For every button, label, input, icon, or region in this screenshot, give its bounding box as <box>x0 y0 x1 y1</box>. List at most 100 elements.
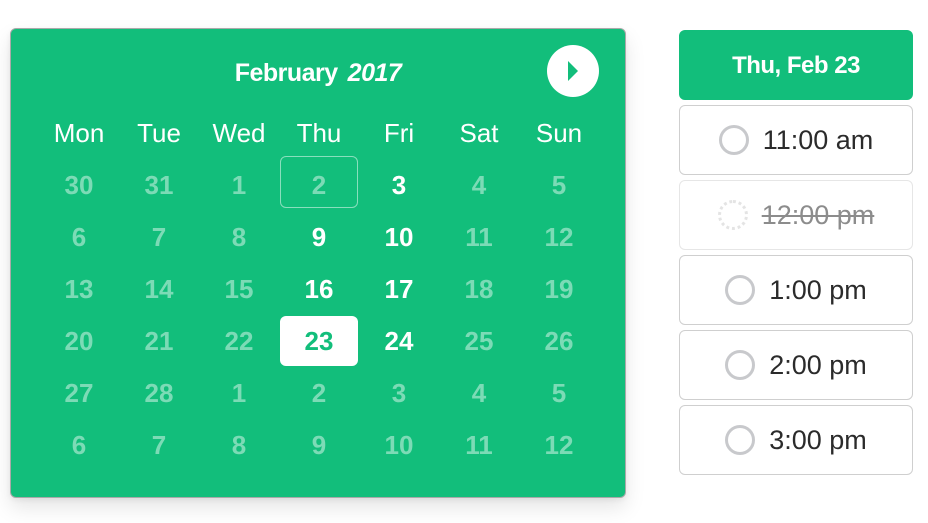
weekday-header: Wed <box>212 118 266 148</box>
day-number: 15 <box>224 274 254 304</box>
time-slot-label: 2:00 pm <box>769 349 867 380</box>
calendar-day: 21 <box>119 315 199 367</box>
day-number: 17 <box>384 274 414 304</box>
radio-circle-icon[interactable] <box>725 350 756 380</box>
time-slot-option[interactable]: 2:00 pm <box>679 330 913 400</box>
calendar-day: 6 <box>39 419 119 471</box>
radio-circle-icon[interactable] <box>725 275 756 305</box>
time-slot-option: 12:00 pm <box>679 180 913 250</box>
day-number: 24 <box>384 326 414 356</box>
calendar-day: 15 <box>199 263 279 315</box>
day-number: 27 <box>64 378 94 408</box>
calendar-day-selected[interactable]: 23 <box>279 315 359 367</box>
day-number: 13 <box>64 274 94 304</box>
day-number: 20 <box>64 326 94 356</box>
calendar-day[interactable]: 24 <box>359 315 439 367</box>
calendar-day: 26 <box>519 315 599 367</box>
day-number: 28 <box>144 378 174 408</box>
time-slot-option[interactable]: 1:00 pm <box>679 255 913 325</box>
day-number: 12 <box>544 222 574 252</box>
date-picker-calendar: February 2017 Mon Tue Wed Thu Fri Sat Sun 30 31 1 2… <box>10 28 626 498</box>
next-month-button[interactable] <box>547 45 599 97</box>
day-number: 23 <box>304 326 334 356</box>
month-year-title: February 2017 <box>11 53 625 93</box>
calendar-day: 19 <box>519 263 599 315</box>
calendar-day: 8 <box>199 211 279 263</box>
weekday-header: Sun <box>535 118 583 148</box>
calendar-day[interactable]: 9 <box>279 211 359 263</box>
calendar-day: 27 <box>39 367 119 419</box>
day-number: 30 <box>64 170 94 200</box>
day-number: 21 <box>144 326 174 356</box>
day-number: 31 <box>144 170 174 200</box>
calendar-day-today: 2 <box>279 156 359 211</box>
calendar-day[interactable]: 3 <box>359 159 439 211</box>
calendar-day[interactable]: 10 <box>359 211 439 263</box>
day-number: 1 <box>231 170 247 200</box>
calendar-day: 6 <box>39 211 119 263</box>
selected-date-header: Thu, Feb 23 <box>679 30 913 100</box>
calendar-day: 8 <box>199 419 279 471</box>
calendar-day: 22 <box>199 315 279 367</box>
weekday-header: Thu <box>296 118 342 148</box>
calendar-day[interactable]: 16 <box>279 263 359 315</box>
day-number: 2 <box>311 170 327 200</box>
day-number: 3 <box>391 170 407 200</box>
calendar-day[interactable]: 17 <box>359 263 439 315</box>
time-slot-option[interactable]: 3:00 pm <box>679 405 913 475</box>
day-number: 2 <box>311 378 327 408</box>
time-slot-list: 11:00 am 12:00 pm 1:00 pm 2:00 pm 3:00 pm <box>679 105 913 475</box>
calendar-day: 31 <box>119 159 199 211</box>
calendar-day: 1 <box>199 159 279 211</box>
day-number: 10 <box>384 430 414 460</box>
day-number: 12 <box>544 430 574 460</box>
calendar-day: 12 <box>519 211 599 263</box>
day-number: 19 <box>544 274 574 304</box>
day-number: 1 <box>231 378 247 408</box>
day-number: 22 <box>224 326 254 356</box>
day-number: 8 <box>231 430 247 460</box>
year-label: 2017 <box>347 59 402 87</box>
time-slot-label: 3:00 pm <box>769 424 867 455</box>
time-slot-label: 1:00 pm <box>769 274 867 305</box>
calendar-day: 1 <box>199 367 279 419</box>
day-number: 4 <box>471 378 487 408</box>
calendar-day: 3 <box>359 367 439 419</box>
calendar-day: 5 <box>519 159 599 211</box>
day-number: 4 <box>471 170 487 200</box>
day-number: 7 <box>151 430 167 460</box>
calendar-day: 25 <box>439 315 519 367</box>
radio-circle-icon[interactable] <box>718 125 749 155</box>
time-slot-label: 11:00 am <box>762 124 874 155</box>
day-number: 11 <box>465 222 493 252</box>
calendar-day: 13 <box>39 263 119 315</box>
day-number: 3 <box>391 378 407 408</box>
day-number: 16 <box>304 274 334 304</box>
day-number: 18 <box>464 274 494 304</box>
radio-circle-icon[interactable] <box>725 425 756 455</box>
weekday-header: Sat <box>459 118 499 148</box>
calendar-grid: Mon Tue Wed Thu Fri Sat Sun 30 31 1 2 3 4 5 6 7 8 9 10 11 12… <box>39 107 599 471</box>
day-number: 5 <box>551 378 567 408</box>
weekday-header: Mon <box>53 118 105 148</box>
calendar-day: 12 <box>519 419 599 471</box>
time-slot-panel: Thu, Feb 23 11:00 am 12:00 pm 1:00 pm 2:00 … <box>679 30 913 475</box>
day-number: 9 <box>311 222 327 252</box>
calendar-day: 7 <box>119 211 199 263</box>
calendar-day: 20 <box>39 315 119 367</box>
calendar-day: 28 <box>119 367 199 419</box>
weekday-header: Fri <box>383 118 415 148</box>
calendar-day: 4 <box>439 367 519 419</box>
day-number: 11 <box>465 430 493 460</box>
calendar-day: 7 <box>119 419 199 471</box>
calendar-day: 9 <box>279 419 359 471</box>
day-number: 5 <box>551 170 567 200</box>
time-slot-option[interactable]: 11:00 am <box>679 105 913 175</box>
day-number: 14 <box>144 274 174 304</box>
calendar-day: 30 <box>39 159 119 211</box>
day-number: 6 <box>71 222 87 252</box>
day-number: 7 <box>151 222 167 252</box>
calendar-day: 5 <box>519 367 599 419</box>
day-number: 8 <box>231 222 247 252</box>
calendar-day: 2 <box>279 367 359 419</box>
